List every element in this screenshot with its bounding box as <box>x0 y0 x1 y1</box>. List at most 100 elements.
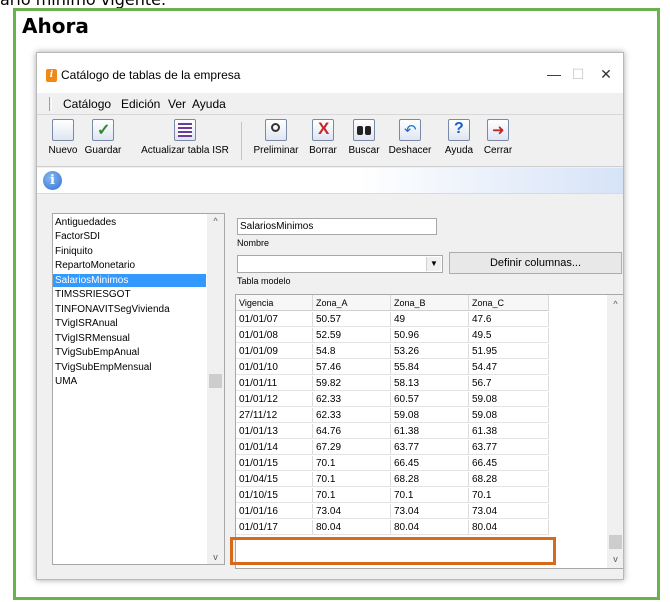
grid-cell[interactable]: 01/01/10 <box>236 360 313 375</box>
column-header[interactable]: Zona_C <box>469 295 549 311</box>
exit-button[interactable]: ➜ Cerrar <box>479 119 517 165</box>
column-header[interactable]: Zona_B <box>391 295 469 311</box>
scroll-down-icon[interactable]: v <box>207 550 224 564</box>
grid-cell[interactable]: 70.1 <box>469 488 549 503</box>
grid-cell[interactable]: 73.04 <box>469 504 549 519</box>
grid-cell[interactable]: 49 <box>391 312 469 327</box>
menu-edicion[interactable]: Edición <box>121 97 160 111</box>
define-columns-button[interactable]: Definir columnas... <box>449 252 622 274</box>
grid-cell[interactable]: 01/01/14 <box>236 440 313 455</box>
grid-cell[interactable]: 73.04 <box>391 504 469 519</box>
grid-cell[interactable]: 64.76 <box>313 424 391 439</box>
grid-cell[interactable]: 61.38 <box>469 424 549 439</box>
grid-cell[interactable]: 01/01/11 <box>236 376 313 391</box>
grid-cell[interactable]: 67.29 <box>313 440 391 455</box>
grid-cell[interactable]: 62.33 <box>313 408 391 423</box>
grid-cell[interactable]: 01/01/16 <box>236 504 313 519</box>
column-header[interactable]: Zona_A <box>313 295 391 311</box>
grid-cell[interactable]: 63.77 <box>391 440 469 455</box>
grid-cell[interactable]: 59.08 <box>391 408 469 423</box>
list-item-selected[interactable]: SalariosMinimos <box>53 274 206 287</box>
list-item[interactable]: UMA <box>53 375 206 388</box>
help-button[interactable]: ? Ayuda <box>441 119 477 165</box>
search-button[interactable]: Buscar <box>344 119 384 165</box>
update-isr-button[interactable]: Actualizar tabla ISR <box>137 119 233 165</box>
list-scrollbar[interactable]: ^ v <box>207 214 224 564</box>
grid-cell[interactable]: 70.1 <box>391 488 469 503</box>
grid-scrollbar[interactable]: ^ v <box>607 295 623 568</box>
grid-cell[interactable]: 47.6 <box>469 312 549 327</box>
grid-cell[interactable]: 01/01/17 <box>236 520 313 535</box>
grid-cell[interactable]: 80.04 <box>469 520 549 535</box>
list-item[interactable]: TVigISRMensual <box>53 332 206 345</box>
list-scroll-thumb[interactable] <box>209 374 222 388</box>
grid-cell[interactable]: 59.08 <box>469 392 549 407</box>
scroll-up-icon[interactable]: ^ <box>607 297 623 311</box>
info-icon[interactable]: i <box>43 171 62 190</box>
grid-cell[interactable]: 50.96 <box>391 328 469 343</box>
grid-cell[interactable]: 54.47 <box>469 360 549 375</box>
grid-cell[interactable]: 01/01/08 <box>236 328 313 343</box>
undo-button[interactable]: ↶ Deshacer <box>385 119 435 165</box>
grid-scroll-thumb[interactable] <box>609 535 622 549</box>
scroll-up-icon[interactable]: ^ <box>207 214 224 228</box>
grid-cell[interactable]: 52.59 <box>313 328 391 343</box>
grid-cell[interactable]: 49.5 <box>469 328 549 343</box>
grid-cell[interactable]: 80.04 <box>313 520 391 535</box>
column-header[interactable]: Vigencia <box>236 295 313 311</box>
grid-cell[interactable]: 01/01/09 <box>236 344 313 359</box>
grid-cell[interactable]: 51.95 <box>469 344 549 359</box>
new-button[interactable]: Nuevo <box>45 119 81 165</box>
grid-cell[interactable]: 55.84 <box>391 360 469 375</box>
list-item[interactable]: TIMSSRIESGOT <box>53 288 206 301</box>
grid-cell[interactable]: 58.13 <box>391 376 469 391</box>
list-item[interactable]: TVigSubEmpMensual <box>53 361 206 374</box>
model-table-combo[interactable]: ▼ <box>237 255 443 273</box>
grid-cell[interactable]: 68.28 <box>469 472 549 487</box>
grid-cell[interactable]: 54.8 <box>313 344 391 359</box>
list-item[interactable]: RepartoMonetario <box>53 259 206 272</box>
list-item[interactable]: TINFONAVITSegVivienda <box>53 303 206 316</box>
grid-cell[interactable]: 27/11/12 <box>236 408 313 423</box>
grid-cell[interactable]: 01/04/15 <box>236 472 313 487</box>
menu-ayuda[interactable]: Ayuda <box>192 97 226 111</box>
tables-listbox[interactable]: Antiguedades FactorSDI Finiquito Reparto… <box>52 213 225 565</box>
grid-cell[interactable]: 70.1 <box>313 472 391 487</box>
name-field[interactable]: SalariosMinimos <box>237 218 437 235</box>
grid-cell[interactable]: 66.45 <box>469 456 549 471</box>
list-item[interactable]: Antiguedades <box>53 216 206 229</box>
grid-cell[interactable]: 60.57 <box>391 392 469 407</box>
menu-catalogo[interactable]: Catálogo <box>63 97 111 111</box>
list-item[interactable]: FactorSDI <box>53 230 206 243</box>
grid-cell[interactable]: 62.33 <box>313 392 391 407</box>
grid-cell[interactable]: 63.77 <box>469 440 549 455</box>
list-item[interactable]: TVigSubEmpAnual <box>53 346 206 359</box>
grid-cell[interactable]: 56.7 <box>469 376 549 391</box>
preview-button[interactable]: Preliminar <box>251 119 301 165</box>
grid-cell[interactable]: 59.08 <box>469 408 549 423</box>
grid-cell[interactable]: 01/01/15 <box>236 456 313 471</box>
scroll-down-icon[interactable]: v <box>607 552 623 566</box>
grid-cell[interactable]: 01/10/15 <box>236 488 313 503</box>
grid-cell[interactable]: 73.04 <box>313 504 391 519</box>
close-button[interactable]: ✕ <box>594 63 618 85</box>
grid-cell[interactable]: 59.82 <box>313 376 391 391</box>
delete-button[interactable]: X Borrar <box>303 119 343 165</box>
save-button[interactable]: ✓ Guardar <box>83 119 123 165</box>
grid-cell[interactable]: 70.1 <box>313 456 391 471</box>
grid-cell[interactable]: 70.1 <box>313 488 391 503</box>
grid-cell[interactable]: 61.38 <box>391 424 469 439</box>
chevron-down-icon[interactable]: ▼ <box>426 257 441 271</box>
grid-cell[interactable]: 57.46 <box>313 360 391 375</box>
grid-cell[interactable]: 50.57 <box>313 312 391 327</box>
grid-cell[interactable]: 01/01/13 <box>236 424 313 439</box>
data-grid[interactable]: Vigencia Zona_A Zona_B Zona_C 01/01/07 50… <box>235 294 623 569</box>
grid-cell[interactable]: 53.26 <box>391 344 469 359</box>
grid-cell[interactable]: 80.04 <box>391 520 469 535</box>
menu-ver[interactable]: Ver <box>168 97 186 111</box>
grid-cell[interactable]: 01/01/12 <box>236 392 313 407</box>
minimize-button[interactable]: — <box>542 63 566 85</box>
grid-cell[interactable]: 01/01/07 <box>236 312 313 327</box>
grid-cell[interactable]: 66.45 <box>391 456 469 471</box>
list-item[interactable]: TVigISRAnual <box>53 317 206 330</box>
